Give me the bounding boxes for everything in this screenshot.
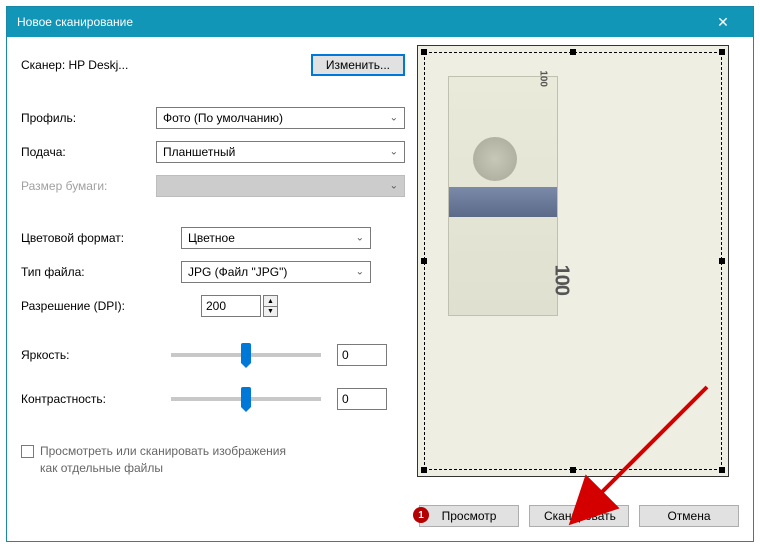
spinner-up-icon[interactable]: ▲ <box>263 295 278 306</box>
resolution-label: Разрешение (DPI): <box>21 299 201 313</box>
color-format-select[interactable]: Цветное ⌄ <box>181 227 371 249</box>
contrast-value-box[interactable]: 0 <box>337 388 387 410</box>
paper-size-select: ⌄ <box>156 175 405 197</box>
preview-button[interactable]: Просмотр <box>419 505 519 527</box>
close-icon[interactable]: ✕ <box>703 14 743 31</box>
selection-handle[interactable] <box>570 467 576 473</box>
change-scanner-button[interactable]: Изменить... <box>311 54 405 76</box>
selection-marquee[interactable] <box>424 52 722 470</box>
chevron-down-icon: ⌄ <box>356 233 364 244</box>
resolution-spinner: ▲ ▼ <box>263 295 278 317</box>
cancel-button[interactable]: Отмена <box>639 505 739 527</box>
separate-files-checkbox[interactable] <box>21 445 34 458</box>
selection-handle[interactable] <box>719 467 725 473</box>
titlebar: Новое сканирование ✕ <box>7 7 753 37</box>
chevron-down-icon: ⌄ <box>356 267 364 278</box>
resolution-value: 200 <box>206 299 226 313</box>
source-select[interactable]: Планшетный ⌄ <box>156 141 405 163</box>
profile-label: Профиль: <box>21 111 156 125</box>
contrast-slider[interactable] <box>171 397 321 401</box>
selection-handle[interactable] <box>421 467 427 473</box>
scan-dialog: Новое сканирование ✕ Сканер: HP Deskj...… <box>6 6 754 542</box>
selection-handle[interactable] <box>421 258 427 264</box>
preview-area[interactable]: 100 100 <box>417 45 729 477</box>
selection-handle[interactable] <box>719 258 725 264</box>
file-type-select[interactable]: JPG (Файл "JPG") ⌄ <box>181 261 371 283</box>
scanner-label: Сканер: HP Deskj... <box>21 58 311 72</box>
scan-button[interactable]: Сканировать <box>529 505 629 527</box>
slider-thumb[interactable] <box>241 343 251 363</box>
contrast-label: Контрастность: <box>21 392 171 406</box>
chevron-down-icon: ⌄ <box>390 147 398 158</box>
source-value: Планшетный <box>163 145 235 159</box>
selection-handle[interactable] <box>421 49 427 55</box>
slider-thumb[interactable] <box>241 387 251 407</box>
brightness-value: 0 <box>342 348 349 362</box>
file-type-value: JPG (Файл "JPG") <box>188 265 287 279</box>
profile-value: Фото (По умолчанию) <box>163 111 283 125</box>
source-label: Подача: <box>21 145 156 159</box>
color-format-label: Цветовой формат: <box>21 231 181 245</box>
separate-files-label: Просмотреть или сканировать изображения … <box>40 443 300 477</box>
brightness-value-box[interactable]: 0 <box>337 344 387 366</box>
file-type-label: Тип файла: <box>21 265 181 279</box>
chevron-down-icon: ⌄ <box>390 113 398 124</box>
color-format-value: Цветное <box>188 231 235 245</box>
profile-select[interactable]: Фото (По умолчанию) ⌄ <box>156 107 405 129</box>
annotation-badge: 1 <box>413 507 429 523</box>
selection-handle[interactable] <box>719 49 725 55</box>
spinner-down-icon[interactable]: ▼ <box>263 306 278 317</box>
resolution-input[interactable]: 200 <box>201 295 261 317</box>
window-title: Новое сканирование <box>17 15 703 29</box>
paper-size-label: Размер бумаги: <box>21 179 156 193</box>
contrast-value: 0 <box>342 392 349 406</box>
selection-handle[interactable] <box>570 49 576 55</box>
chevron-down-icon: ⌄ <box>390 181 398 192</box>
brightness-slider[interactable] <box>171 353 321 357</box>
brightness-label: Яркость: <box>21 348 171 362</box>
